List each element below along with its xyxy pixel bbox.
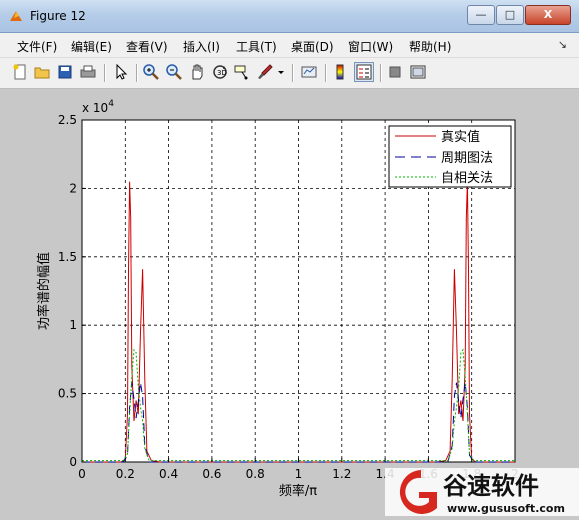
zoom-in-icon[interactable] bbox=[142, 63, 160, 81]
window-title: Figure 12 bbox=[30, 9, 86, 23]
brush-dropdown-icon[interactable] bbox=[276, 63, 286, 81]
menu-edit[interactable]: 编辑(E) bbox=[71, 38, 112, 55]
brush-icon[interactable] bbox=[256, 63, 274, 81]
x-tick-label: 0 bbox=[78, 467, 86, 481]
svg-text:3D: 3D bbox=[217, 69, 227, 77]
open-folder-icon[interactable] bbox=[33, 63, 51, 81]
zoom-out-icon[interactable] bbox=[165, 63, 183, 81]
y-tick-label: 1 bbox=[69, 318, 77, 332]
brand-name: 谷速软件 bbox=[443, 472, 539, 500]
figure-canvas: 00.20.40.60.811.21.41.61.8200.511.522.5 … bbox=[0, 89, 579, 516]
menu-file[interactable]: 文件(F) bbox=[17, 38, 57, 55]
legend-label-periodogram: 周期图法 bbox=[441, 151, 493, 166]
data-cursor-icon[interactable] bbox=[233, 63, 251, 81]
x-tick-label: 1 bbox=[295, 467, 303, 481]
close-button[interactable]: X bbox=[525, 5, 571, 25]
link-plot-icon[interactable] bbox=[300, 63, 318, 81]
plot-svg[interactable]: 00.20.40.60.811.21.41.61.8200.511.522.5 … bbox=[0, 89, 579, 516]
menu-tools[interactable]: 工具(T) bbox=[236, 38, 277, 55]
x-tick-label: 1.2 bbox=[332, 467, 351, 481]
menu-insert[interactable]: 插入(I) bbox=[183, 38, 220, 55]
y-tick-label: 0.5 bbox=[58, 387, 77, 401]
legend[interactable]: 真实值 周期图法 自相关法 bbox=[388, 125, 512, 188]
y-tick-label: 2.5 bbox=[58, 113, 77, 127]
matlab-icon bbox=[10, 11, 22, 21]
print-icon[interactable] bbox=[79, 63, 97, 81]
y-exponent-label: x 104 bbox=[82, 99, 114, 115]
x-tick-label: 0.8 bbox=[246, 467, 265, 481]
y-tick-label: 0 bbox=[69, 455, 77, 469]
watermark: 谷速软件 www.gususoft.com bbox=[385, 462, 579, 516]
legend-label-autocorr: 自相关法 bbox=[441, 171, 493, 186]
minimize-button[interactable]: — bbox=[467, 5, 495, 25]
maximize-button[interactable]: □ bbox=[496, 5, 524, 25]
x-axis-label: 频率/π bbox=[279, 483, 317, 499]
y-tick-label: 1.5 bbox=[58, 250, 77, 264]
x-tick-label: 0.4 bbox=[159, 467, 178, 481]
dock-arrow-icon[interactable]: ↘ bbox=[558, 38, 567, 51]
hide-plot-tools-icon[interactable] bbox=[386, 63, 404, 81]
menu-desktop[interactable]: 桌面(D) bbox=[291, 38, 334, 55]
brand-url: www.gususoft.com bbox=[447, 502, 565, 515]
title-bar: Figure 12 — □ X bbox=[0, 0, 579, 33]
y-axis-label: 功率谱的幅值 bbox=[36, 252, 52, 330]
x-tick-label: 0.6 bbox=[202, 467, 221, 481]
pointer-icon[interactable] bbox=[112, 63, 130, 81]
rotate-3d-icon[interactable]: 3D bbox=[211, 63, 229, 81]
legend-label-true: 真实值 bbox=[441, 129, 480, 145]
new-file-icon[interactable] bbox=[11, 63, 29, 81]
menu-bar: 文件(F) 编辑(E) 查看(V) 插入(I) 工具(T) 桌面(D) 窗口(W… bbox=[0, 33, 579, 58]
menu-view[interactable]: 查看(V) bbox=[126, 38, 168, 55]
menu-window[interactable]: 窗口(W) bbox=[348, 38, 393, 55]
show-plot-tools-icon[interactable] bbox=[409, 63, 427, 81]
pan-hand-icon[interactable] bbox=[188, 63, 206, 81]
menu-help[interactable]: 帮助(H) bbox=[409, 38, 451, 55]
colorbar-icon[interactable] bbox=[331, 63, 349, 81]
legend-icon[interactable] bbox=[354, 62, 374, 82]
y-tick-label: 2 bbox=[69, 181, 77, 195]
save-icon[interactable] bbox=[56, 63, 74, 81]
toolbar: 3D bbox=[0, 58, 579, 89]
x-tick-label: 0.2 bbox=[116, 467, 135, 481]
